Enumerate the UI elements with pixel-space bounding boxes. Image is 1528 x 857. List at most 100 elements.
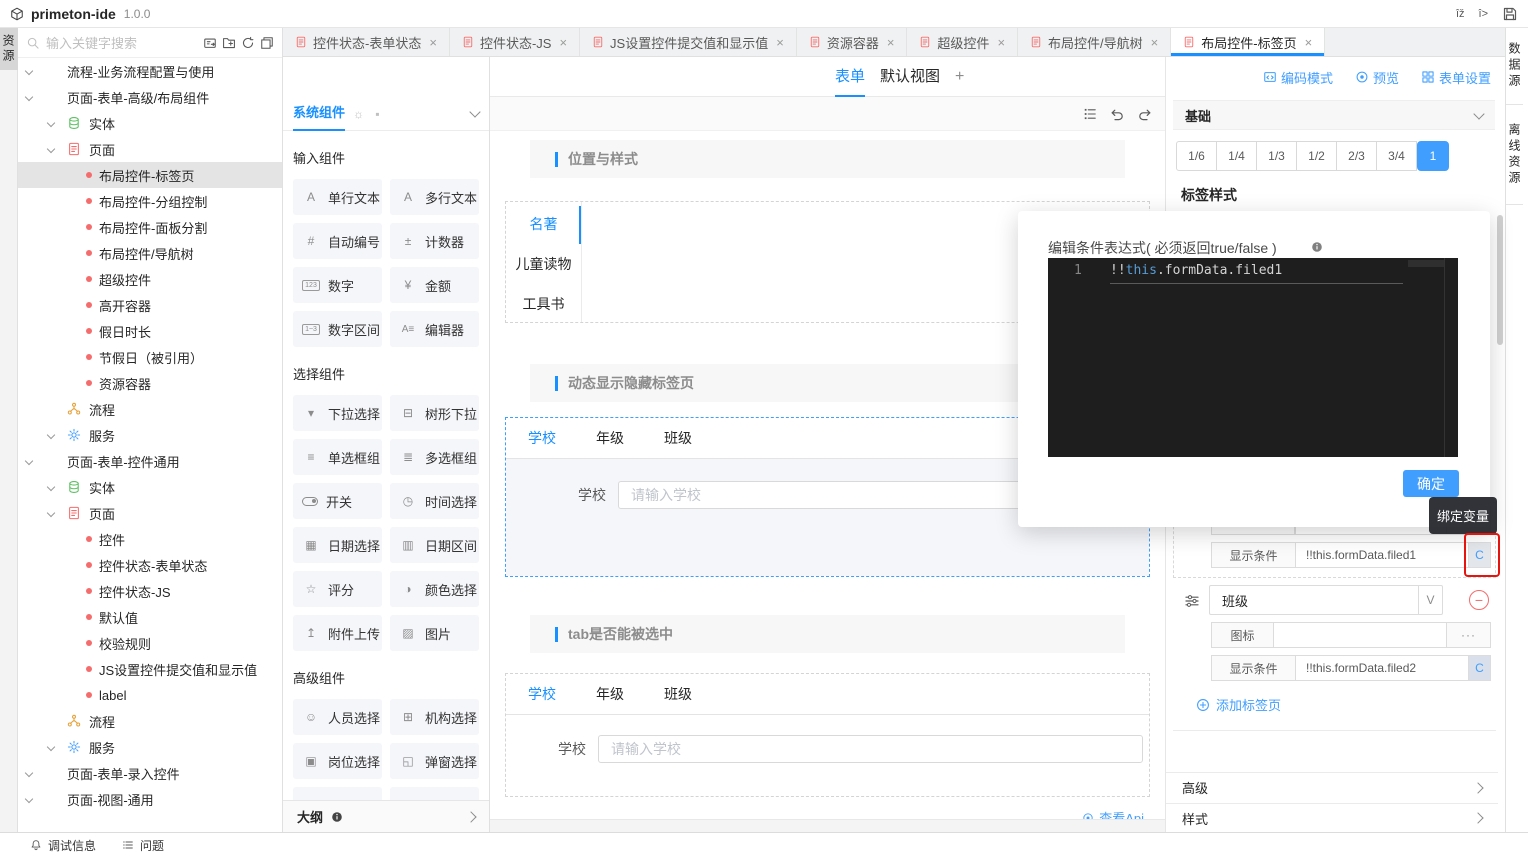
width-option-1[interactable]: 1 xyxy=(1417,141,1449,171)
close-icon[interactable]: × xyxy=(1305,35,1313,50)
doc-tab[interactable]: 超级控件× xyxy=(907,28,1018,56)
tree-item[interactable]: 页面-表单-录入控件 xyxy=(18,760,282,786)
tree-item[interactable]: 控件状态-JS xyxy=(18,578,282,604)
doc-tab[interactable]: 资源容器× xyxy=(797,28,908,56)
doc-tab[interactable]: 布局控件/导航树× xyxy=(1018,28,1171,56)
tree-item[interactable]: 页面 xyxy=(18,136,282,162)
school-tab[interactable]: 年级 xyxy=(596,428,624,448)
width-option-2-3[interactable]: 2/3 xyxy=(1336,141,1377,171)
tree-item[interactable]: label xyxy=(18,682,282,708)
expand-icon[interactable] xyxy=(25,66,35,76)
toolbar-code-mode-button[interactable]: 编码模式 xyxy=(1263,68,1333,87)
doc-tab[interactable]: JS设置控件提交值和显示值× xyxy=(580,28,797,56)
doc-tab[interactable]: 控件状态-表单状态× xyxy=(283,28,450,56)
redo-icon[interactable] xyxy=(1137,106,1153,122)
view-tab[interactable]: 表单 xyxy=(835,57,865,97)
add-tab-button[interactable]: 添加标签页 xyxy=(1196,695,1281,714)
expand-icon[interactable] xyxy=(47,144,57,154)
close-icon[interactable]: × xyxy=(997,35,1005,50)
display-condition-value[interactable]: !!this.formData.filed1 xyxy=(1295,542,1469,568)
expand-icon[interactable] xyxy=(25,768,35,778)
save-icon[interactable] xyxy=(1502,6,1518,22)
activity-tab-resources[interactable]: 资源 xyxy=(0,28,18,70)
add-view-button[interactable]: + xyxy=(955,57,964,97)
expand-icon[interactable] xyxy=(47,742,57,752)
expand-icon[interactable] xyxy=(25,794,35,804)
palette-item[interactable] xyxy=(390,787,479,800)
tree-item[interactable]: 布局控件-分组控制 xyxy=(18,188,282,214)
tree-item[interactable]: 资源容器 xyxy=(18,370,282,396)
info-icon[interactable] xyxy=(1311,241,1323,253)
palette-item[interactable]: A≡编辑器 xyxy=(390,311,479,347)
code-editor[interactable]: 1 !!this.formData.filed1 xyxy=(1048,258,1458,457)
school-tab[interactable]: 年级 xyxy=(596,684,624,704)
expand-icon[interactable] xyxy=(25,92,35,102)
remove-tab-button[interactable]: − xyxy=(1469,590,1489,610)
view-tab[interactable]: 默认视图 xyxy=(880,57,940,97)
palette-item[interactable]: ◱弹窗选择 xyxy=(390,743,479,779)
palette-item[interactable]: ▦日期选择 xyxy=(293,527,382,563)
chevron-down-icon[interactable] xyxy=(469,106,480,117)
school-input[interactable]: 请输入学校 xyxy=(598,735,1143,763)
tree-item[interactable]: 默认值 xyxy=(18,604,282,630)
tree-item[interactable]: 流程 xyxy=(18,708,282,734)
icon-field-value[interactable] xyxy=(1273,622,1447,648)
display-condition-value[interactable]: !!this.formData.filed2 xyxy=(1295,655,1469,681)
palette-item[interactable]: ▾下拉选择 xyxy=(293,395,382,431)
tree-item[interactable]: 服务 xyxy=(18,422,282,448)
tree-item[interactable]: 节假日（被引用） xyxy=(18,344,282,370)
tree-item[interactable]: 布局控件-标签页 xyxy=(18,162,282,188)
width-option-3-4[interactable]: 3/4 xyxy=(1376,141,1417,171)
icon-picker-button[interactable]: ··· xyxy=(1446,622,1491,648)
section-advanced[interactable]: 高级 xyxy=(1166,772,1498,802)
palette-item[interactable]: A多行文本 xyxy=(390,179,479,215)
tree-item[interactable]: 校验规则 xyxy=(18,630,282,656)
selectable-tabs-widget[interactable]: 学校年级班级 学校 请输入学校 xyxy=(505,673,1150,797)
tree-item[interactable]: 服务 xyxy=(18,734,282,760)
palette-item[interactable]: ↥附件上传 xyxy=(293,615,382,651)
palette-item[interactable]: #自动编号 xyxy=(293,223,382,259)
close-icon[interactable]: × xyxy=(1151,35,1159,50)
section-style[interactable]: 样式 xyxy=(1166,803,1498,833)
expand-icon[interactable] xyxy=(47,508,57,518)
panel-scrollbar[interactable] xyxy=(1497,100,1503,832)
tree-item[interactable]: 流程-业务流程配置与使用 xyxy=(18,58,282,84)
school-tab[interactable]: 班级 xyxy=(664,684,692,704)
tree-item[interactable]: 页面-表单-高级/布局组件 xyxy=(18,84,282,110)
tree-item[interactable]: 页面-视图-通用 xyxy=(18,786,282,812)
tree-item[interactable]: 布局控件-面板分割 xyxy=(18,214,282,240)
toolbar-preview-button[interactable]: 预览 xyxy=(1355,68,1399,87)
palette-item[interactable]: ⊞机构选择 xyxy=(390,699,479,735)
titlebar-glyph-icon[interactable]: î> xyxy=(1479,8,1488,20)
tree-item[interactable]: 高开容器 xyxy=(18,292,282,318)
book-tab[interactable]: 工具书 xyxy=(506,284,581,324)
tab-name-input[interactable]: 班级 V xyxy=(1209,585,1443,615)
tree-item[interactable]: 超级控件 xyxy=(18,266,282,292)
school-tab[interactable]: 班级 xyxy=(664,428,692,448)
outline-icon[interactable] xyxy=(1083,107,1097,121)
tree-item[interactable]: 页面-表单-控件通用 xyxy=(18,448,282,474)
doc-tab[interactable]: 布局控件-标签页× xyxy=(1171,28,1325,56)
collapse-all-icon[interactable] xyxy=(260,36,274,50)
tree-item[interactable]: 实体 xyxy=(18,110,282,136)
palette-item[interactable]: ☆评分 xyxy=(293,571,382,607)
statusbar-debug-info[interactable]: 调试信息 xyxy=(30,837,96,854)
width-option-1-4[interactable]: 1/4 xyxy=(1216,141,1257,171)
tree-item[interactable]: JS设置控件提交值和显示值 xyxy=(18,656,282,682)
search-input[interactable]: 输入关键字搜索 xyxy=(46,33,203,52)
palette-item[interactable]: ▣岗位选择 xyxy=(293,743,382,779)
palette-item[interactable]: ≣多选框组 xyxy=(390,439,479,475)
palette-item[interactable]: ⊟树形下拉 xyxy=(390,395,479,431)
tree-item[interactable]: 页面 xyxy=(18,500,282,526)
tree-item[interactable]: 实体 xyxy=(18,474,282,500)
palette-item[interactable]: ≡单选框组 xyxy=(293,439,382,475)
undo-icon[interactable] xyxy=(1109,106,1125,122)
expand-icon[interactable] xyxy=(47,118,57,128)
width-option-1-2[interactable]: 1/2 xyxy=(1296,141,1337,171)
palette-item[interactable]: ▥日期区间 xyxy=(390,527,479,563)
tree-item[interactable]: 布局控件/导航树 xyxy=(18,240,282,266)
toolbar-grid-button[interactable]: 表单设置 xyxy=(1421,68,1491,87)
activity-tab-offline-resources[interactable]: 离线资源 xyxy=(1506,105,1523,205)
width-option-1-3[interactable]: 1/3 xyxy=(1256,141,1297,171)
close-icon[interactable]: × xyxy=(776,35,784,50)
